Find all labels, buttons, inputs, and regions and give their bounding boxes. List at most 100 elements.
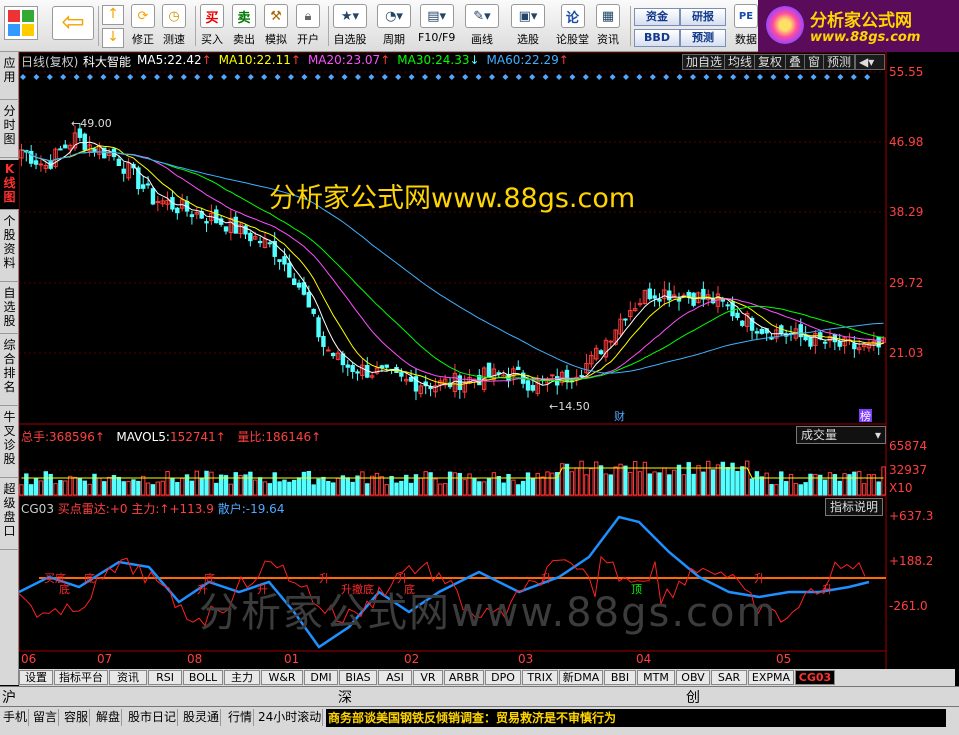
layout-icon-button[interactable] [4,6,38,52]
side-tab-ranking[interactable]: 综合排名 [0,336,19,406]
indicator-tab[interactable]: ASI [378,670,412,685]
indicator-tab[interactable]: DPO [485,670,521,685]
speaker-dropdown-icon[interactable]: ◀▾ [855,54,885,70]
buy-button[interactable]: 买 买入 [200,4,224,50]
fix-label: 修正 [132,33,154,46]
indicator-tab[interactable]: TRIX [522,670,558,685]
candle-body [77,128,83,138]
signal-diamond-icon [140,74,147,80]
side-tab-watchlist[interactable]: 自选股 [0,284,19,334]
volume-selector[interactable]: 成交量 ▾ [796,426,886,444]
status-diary[interactable]: 股市日记 [127,709,179,726]
ma-button[interactable]: 均线 [724,54,757,70]
volume-bar [861,483,867,496]
add-watchlist-button[interactable]: 加自选 [682,54,727,70]
status-mobile[interactable]: 手机 [2,709,30,726]
back-button[interactable]: ⇦ [52,6,94,52]
news-ticker[interactable]: 商务部谈美国钢铁反倾销调查：贸易救济是不审慎行为 [326,709,946,727]
status-stock-spirit[interactable]: 股灵通 [182,709,222,726]
forum-button[interactable]: 论 论股堂 [556,4,589,50]
draw-line-button[interactable]: ✎▾ 画线 [465,4,499,50]
news-button[interactable]: ▦ 资讯 [596,4,620,50]
fix-button[interactable]: ⟳ 修正 [131,4,155,50]
side-tab-kline[interactable]: K线图 [0,160,19,210]
volume-bar [145,482,151,496]
down-arrow-icon[interactable]: ↓ [102,28,124,48]
side-tab-app[interactable]: 应用 [0,54,19,100]
status-quote[interactable]: 行情 [227,709,255,726]
indicator-tab[interactable]: ARBR [444,670,484,685]
market-sz[interactable]: 深 [338,687,352,707]
forecast-button[interactable]: 预测 [680,29,726,47]
indicator-tab[interactable]: MTM [637,670,675,685]
simulate-button[interactable]: ⚒ 模拟 [264,4,288,50]
candle-body [306,292,312,308]
chart-canvas[interactable]: 55.55 46.98 38.29 29.72 21.03 ←49.00 ←14.50 财 榜 6… [19,52,955,669]
volume-axis-label: X10 [889,481,913,495]
indicator-tab[interactable]: CG03 [795,670,835,685]
indicator-tab[interactable]: OBV [676,670,710,685]
side-tab-diagnose[interactable]: 牛叉诊股 [0,408,19,478]
indicator-tab[interactable]: W&R [261,670,303,685]
side-tab-order-book[interactable]: 超级盘口 [0,480,19,550]
price-axis-label: 38.29 [889,205,923,219]
back-arrow-icon: ⇦ [52,6,94,40]
market-gem[interactable]: 创 [686,687,700,707]
indicator-tab[interactable]: 设置 [19,670,53,685]
sell-icon: 卖 [232,4,256,28]
volume-bar [598,465,604,496]
open-account-button[interactable]: 🔒︎ 开户 [296,4,320,50]
volume-bar [564,463,570,496]
speed-test-button[interactable]: ◷ 测速 [162,4,186,50]
sell-button[interactable]: 卖 卖出 [232,4,256,50]
indicator-help-button[interactable]: 指标说明 [825,498,884,516]
predict-button[interactable]: 预测 [823,54,856,70]
f10-button[interactable]: ▤▾ F10/F9 [418,4,455,50]
bbd-button[interactable]: BBD [634,29,680,47]
status-message[interactable]: 留言 [32,709,60,726]
volume-bar [491,472,497,496]
lock-icon: 🔒︎ [296,4,320,28]
side-tab-profile[interactable]: 个股资料 [0,212,19,282]
volume-bar [63,480,68,496]
watchlist-button[interactable]: ★▾ 自选股 [333,4,367,50]
indicator-tab[interactable]: EXPMA [748,670,794,685]
indicator-tab[interactable]: RSI [148,670,182,685]
logo-title: 分析家公式网 [810,11,912,31]
period-button[interactable]: ◔▾ 周期 [377,4,411,50]
indicator-tab[interactable]: 资讯 [109,670,147,685]
data-button[interactable]: PE 数据 [734,4,758,50]
research-button[interactable]: 研报 [680,8,726,26]
watchlist-label: 自选股 [333,33,367,46]
status-service[interactable]: 容服 [63,709,91,726]
overlay-button[interactable]: 叠 [785,54,806,70]
candle-body [28,150,34,164]
status-24h[interactable]: 24小时滚动 [257,709,324,726]
volume-bar [837,480,842,496]
indicator-tab[interactable]: 主力 [224,670,260,685]
indicator-tab[interactable]: VR [413,670,443,685]
volume-bar [589,468,594,496]
indicator-tab[interactable]: SAR [711,670,747,685]
watermark-text: 分析家公式网www.88gs.com [269,183,636,214]
up-arrow-icon[interactable]: ↑ [102,5,124,25]
indicator-tab[interactable]: 新DMA [559,670,603,685]
stock-select-button[interactable]: ▣▾ 选股 [511,4,545,50]
indicator-tab[interactable]: DMI [304,670,338,685]
indicator-tab[interactable]: 指标平台 [54,670,108,685]
status-bar: 手机 留言 容服 解盘 股市日记 股灵通 行情 24小时滚动 商务部谈美国钢铁反… [0,706,959,728]
indicator-tab[interactable]: BBI [604,670,636,685]
status-analysis[interactable]: 解盘 [95,709,123,726]
indicator-tab[interactable]: BOLL [183,670,223,685]
indicator-tab[interactable]: BIAS [339,670,377,685]
volume-bar [769,484,774,496]
capital-button[interactable]: 资金 [634,8,680,26]
refresh-icon: ⟳ [131,4,155,28]
speed-test-label: 测速 [163,33,185,46]
market-sh[interactable]: 沪 [2,687,16,707]
ma-arrow: ↑ [558,53,569,67]
adjust-button[interactable]: 复权 [754,54,787,70]
side-tab-timeshare[interactable]: 分时图 [0,102,19,158]
indicator-legend: CG03 买点雷达:+0 主力:↑+113.9 散户:-19.64 [21,500,284,517]
window-button[interactable]: 窗 [804,54,825,70]
